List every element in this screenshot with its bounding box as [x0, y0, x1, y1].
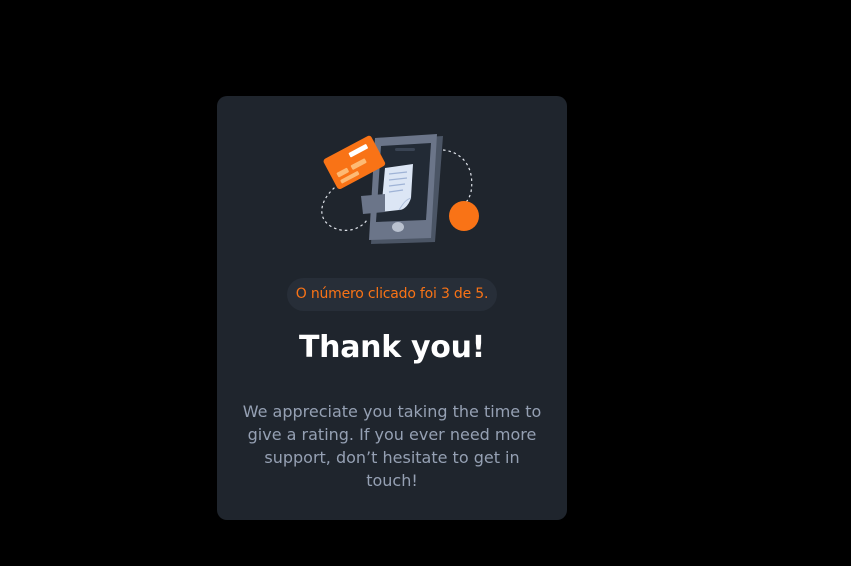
selected-rating-text: O número clicado foi 3 de 5.	[295, 286, 489, 302]
page-title: Thank you!	[298, 330, 486, 365]
phone-payment-illustration-graphic	[321, 134, 479, 244]
thank-you-card: O número clicado foi 3 de 5. Thank you! …	[217, 96, 567, 520]
selected-rating-badge: O número clicado foi 3 de 5.	[287, 278, 497, 311]
phone-payment-illustration	[315, 134, 481, 246]
thank-you-message: We appreciate you taking the time to giv…	[242, 402, 542, 490]
